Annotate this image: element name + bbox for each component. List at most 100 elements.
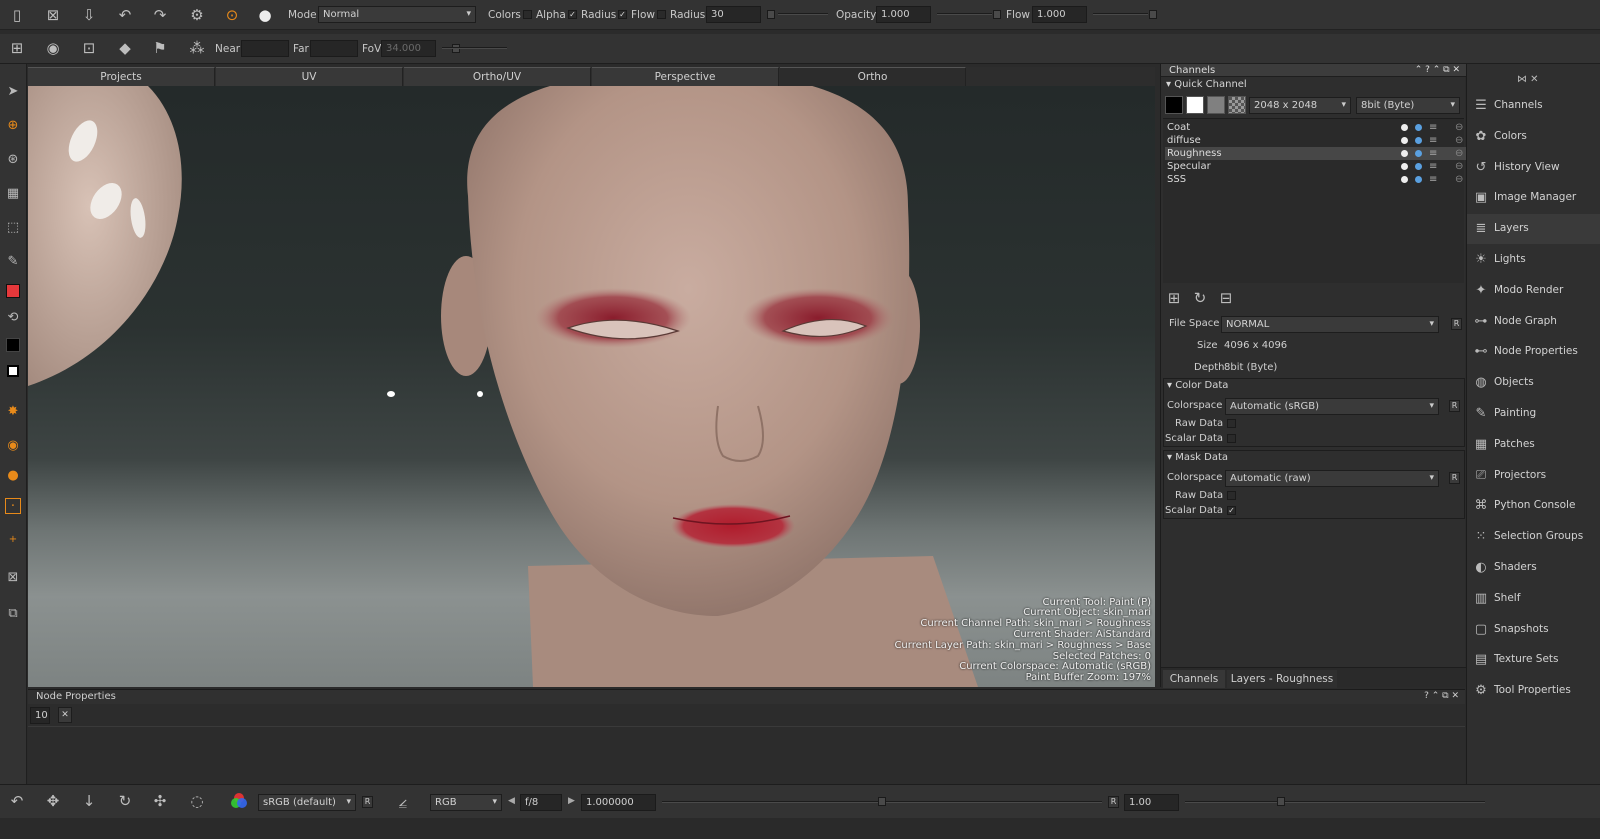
visibility-icon[interactable]: [1401, 137, 1408, 144]
sidebar-item-modo-render[interactable]: ✦ Modo Render: [1467, 276, 1600, 306]
refresh-channel-icon[interactable]: ↻: [1191, 289, 1209, 307]
gizmo-icon[interactable]: ✣: [151, 792, 169, 810]
sidebar-item-snapshots[interactable]: ▢ Snapshots: [1467, 615, 1600, 645]
radius-enable-checkbox[interactable]: [657, 10, 666, 19]
foreground-color-swatch[interactable]: [4, 282, 22, 300]
radius-slider[interactable]: [778, 13, 828, 15]
default-colors-icon[interactable]: [4, 362, 22, 380]
quick-channel-header[interactable]: ▾ Quick Channel: [1163, 78, 1465, 92]
panel-window-controls-icon[interactable]: ⌃ ? ⌃ ⧉ ✕: [1415, 64, 1460, 77]
camera-icon[interactable]: ◉: [44, 39, 62, 57]
history-count-input[interactable]: 10: [30, 707, 50, 724]
radius-slider-knob[interactable]: [767, 10, 775, 19]
alpha-checkbox[interactable]: [523, 10, 532, 19]
sphere-icon[interactable]: ●: [4, 466, 22, 484]
paint-tool-icon[interactable]: ⊙: [223, 6, 241, 24]
gain-slider[interactable]: [1185, 801, 1485, 803]
exposure-slider-knob[interactable]: [878, 797, 886, 806]
file-space-reset-button[interactable]: R: [1451, 318, 1462, 330]
fstop-increase-icon[interactable]: ▶: [568, 796, 575, 806]
color-raw-data-checkbox[interactable]: [1227, 419, 1236, 428]
lock-icon[interactable]: ⊖: [1455, 121, 1463, 134]
opacity-slider-knob[interactable]: [993, 10, 1001, 19]
channel-display-dropdown[interactable]: RGB: [430, 794, 502, 811]
color-scalar-data-checkbox[interactable]: [1227, 434, 1236, 443]
opacity-input[interactable]: 1.000: [876, 6, 931, 23]
display-colorspace-dropdown[interactable]: sRGB (default): [258, 794, 356, 811]
list-item[interactable]: Specular ≡ ⊖: [1165, 160, 1466, 173]
flow-input[interactable]: 1.000: [1032, 6, 1087, 23]
list-item[interactable]: SSS ≡ ⊖: [1165, 173, 1466, 186]
lock-icon[interactable]: ⊖: [1455, 134, 1463, 147]
menu-icon[interactable]: ≡: [1429, 147, 1437, 160]
tab-projects[interactable]: Projects: [28, 67, 215, 86]
sidebar-item-projectors[interactable]: ⎚ Projectors: [1467, 461, 1600, 491]
gain-input[interactable]: 1.00: [1124, 794, 1179, 811]
flow-slider-knob[interactable]: [1149, 10, 1157, 19]
sidebar-item-lights[interactable]: ☀ Lights: [1467, 245, 1600, 275]
sidebar-item-channels[interactable]: ☰ Channels: [1467, 91, 1600, 121]
shader-icon[interactable]: [1415, 150, 1422, 157]
mask-data-header[interactable]: ▾ Mask Data: [1164, 451, 1466, 465]
quick-transparent-swatch[interactable]: [1228, 96, 1246, 114]
sidebar-item-selection-groups[interactable]: ⁙ Selection Groups: [1467, 522, 1600, 552]
tab-ortho[interactable]: Ortho: [780, 67, 966, 86]
menu-icon[interactable]: ≡: [1429, 121, 1437, 134]
eyedropper-icon[interactable]: ✎: [4, 252, 22, 270]
fstop-decrease-icon[interactable]: ◀: [508, 796, 515, 806]
sidebar-item-layers[interactable]: ≣ Layers: [1467, 214, 1600, 245]
cube-icon[interactable]: ◆: [116, 39, 134, 57]
marquee-select-icon[interactable]: ⬚: [4, 218, 22, 236]
rotate-back-icon[interactable]: ↶: [8, 792, 26, 810]
redo-icon[interactable]: ↷: [151, 6, 169, 24]
flow-checkbox[interactable]: ✓: [618, 10, 627, 19]
sidebar-item-node-graph[interactable]: ⊶ Node Graph: [1467, 307, 1600, 337]
box-select-icon[interactable]: ·: [5, 498, 21, 514]
color-data-header[interactable]: ▾ Color Data: [1164, 379, 1466, 393]
colorspace-reset-button[interactable]: R: [362, 796, 373, 808]
gamma-icon[interactable]: ⦤: [394, 792, 412, 810]
mask-colorspace-reset-button[interactable]: R: [1449, 472, 1460, 484]
visibility-icon[interactable]: [1401, 124, 1408, 131]
clear-history-icon[interactable]: ✕: [58, 707, 72, 723]
sidebar-item-shelf[interactable]: ▥ Shelf: [1467, 584, 1600, 614]
background-color-swatch[interactable]: [4, 336, 22, 354]
grid-icon[interactable]: ▦: [4, 184, 22, 202]
add-channel-icon[interactable]: ⊞: [1165, 289, 1183, 307]
select-arrow-icon[interactable]: ➤: [4, 82, 22, 100]
sidebar-item-image-manager[interactable]: ▣ Image Manager: [1467, 183, 1600, 213]
shader-icon[interactable]: [1415, 124, 1422, 131]
shader-icon[interactable]: [1415, 163, 1422, 170]
lock-icon[interactable]: ⊖: [1455, 173, 1463, 186]
shader-icon[interactable]: [1415, 137, 1422, 144]
quick-size-dropdown[interactable]: 2048 x 2048: [1249, 97, 1351, 114]
3d-viewport[interactable]: Current Tool: Paint (P) Current Object: …: [28, 86, 1155, 687]
sidebar-item-tool-properties[interactable]: ⚙ Tool Properties: [1467, 676, 1600, 706]
sidebar-item-node-properties[interactable]: ⊷ Node Properties: [1467, 337, 1600, 367]
quick-grey-swatch[interactable]: [1207, 96, 1225, 114]
exposure-input[interactable]: 1.000000: [581, 794, 656, 811]
visibility-icon[interactable]: [1401, 176, 1408, 183]
quick-white-swatch[interactable]: [1186, 96, 1204, 114]
fov-slider[interactable]: [442, 47, 507, 49]
quick-depth-dropdown[interactable]: 8bit (Byte): [1356, 97, 1460, 114]
opacity-slider[interactable]: [937, 13, 992, 15]
sidebar-item-objects[interactable]: ◍ Objects: [1467, 368, 1600, 398]
swap-colors-icon[interactable]: ⟲: [4, 308, 22, 326]
list-item[interactable]: Roughness ≡ ⊖: [1165, 147, 1466, 160]
visibility-icon[interactable]: [1401, 163, 1408, 170]
sidebar-item-patches[interactable]: ▦ Patches: [1467, 430, 1600, 460]
paint-icon[interactable]: ⊕: [4, 116, 22, 134]
frame-select-icon[interactable]: ⧉: [4, 604, 22, 622]
file-space-dropdown[interactable]: NORMAL: [1221, 316, 1439, 333]
scatter-icon[interactable]: ⁂: [188, 39, 206, 57]
quick-black-swatch[interactable]: [1165, 96, 1183, 114]
frame-icon[interactable]: ⊡: [80, 39, 98, 57]
gain-slider-knob[interactable]: [1277, 797, 1285, 806]
splat-brush-icon[interactable]: ✸: [4, 402, 22, 420]
move-icon[interactable]: ✥: [44, 792, 62, 810]
zoom-icon[interactable]: ⊛: [4, 150, 22, 168]
shader-icon[interactable]: [1415, 176, 1422, 183]
sidebar-item-history-view[interactable]: ↺ History View: [1467, 153, 1600, 183]
tab-channels[interactable]: Channels: [1163, 670, 1225, 688]
